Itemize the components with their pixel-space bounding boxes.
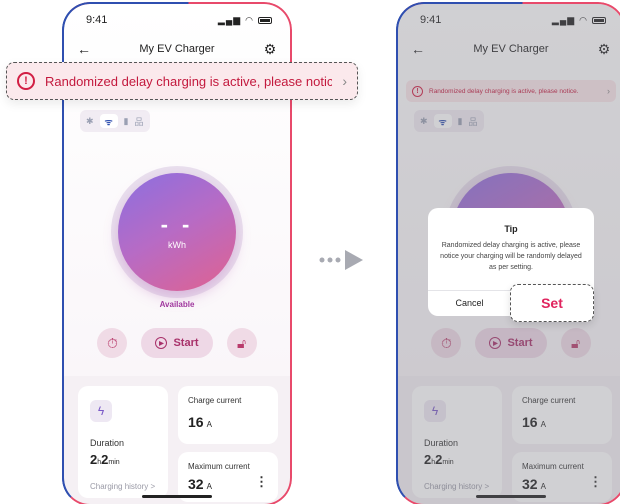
app-screen: 9:41 ▂▄▆ ◠ ← My EV Charger ⚙ ! Randomize… bbox=[398, 4, 620, 504]
wifi-icon[interactable]: ᯤ bbox=[99, 114, 118, 128]
energy-value: - - bbox=[160, 212, 194, 237]
dialog-title: Tip bbox=[504, 224, 518, 234]
status-icons: ▂▄▆ ◠ bbox=[218, 15, 272, 26]
duration-value: 2h2min bbox=[90, 452, 120, 467]
start-button[interactable]: ▶ Start bbox=[141, 328, 213, 358]
charge-gauge: - - kWh bbox=[111, 166, 243, 298]
duration-label: Duration bbox=[90, 438, 125, 448]
delay-charging-banner[interactable]: ! Randomized delay charging is active, p… bbox=[6, 62, 358, 100]
charge-current-value: 16 A bbox=[188, 414, 212, 430]
back-arrow-icon[interactable]: ← bbox=[76, 41, 92, 57]
page-title: My EV Charger bbox=[139, 43, 215, 55]
ethernet-icon[interactable]: 品 bbox=[135, 115, 144, 128]
max-current-label: Maximum current bbox=[188, 462, 250, 471]
status-bar: 9:41 ▂▄▆ ◠ bbox=[86, 12, 272, 28]
max-current-value: 32 A bbox=[188, 476, 212, 492]
tutorial-stage: 9:41 ▂▄▆ ◠ ← My EV Charger ⚙ ✱ ᯤ ▮ 品 - -… bbox=[0, 0, 620, 504]
wifi-status-icon: ◠ bbox=[245, 14, 254, 25]
play-icon: ▶ bbox=[155, 337, 168, 349]
duration-card: ϟ Duration 2h2min Charging history > bbox=[78, 386, 168, 498]
more-icon[interactable]: ⋮ bbox=[255, 474, 268, 490]
charge-current-label: Charge current bbox=[188, 396, 242, 405]
clock: 9:41 bbox=[86, 14, 108, 26]
energy-disc: - - kWh bbox=[118, 173, 236, 291]
start-label: Start bbox=[173, 337, 199, 349]
lightning-icon: ϟ bbox=[90, 400, 112, 422]
battery-icon bbox=[258, 16, 272, 24]
dialog-message: Randomized delay charging is active, ple… bbox=[440, 242, 582, 271]
gear-icon[interactable]: ⚙ bbox=[262, 41, 278, 57]
stats-panel: ϟ Duration 2h2min Charging history > Cha… bbox=[64, 376, 290, 504]
timer-button[interactable]: ⏱ bbox=[97, 328, 128, 358]
flow-arrow-icon bbox=[319, 250, 363, 270]
charger-status: Available bbox=[159, 300, 195, 309]
signal-icon: ▂▄▆ bbox=[217, 14, 242, 25]
charging-history-link[interactable]: Charging history > bbox=[90, 482, 155, 491]
cellular-icon[interactable]: ▮ bbox=[124, 116, 129, 127]
charge-controls: ⏱ ▶ Start 🔓︎ bbox=[64, 328, 290, 358]
lock-icon: 🔓︎ bbox=[236, 334, 247, 351]
home-indicator bbox=[142, 495, 212, 498]
set-button[interactable]: Set bbox=[510, 284, 594, 322]
nav-bar: ← My EV Charger ⚙ bbox=[76, 38, 278, 60]
lock-button[interactable]: 🔓︎ bbox=[226, 328, 257, 358]
cancel-button[interactable]: Cancel bbox=[428, 290, 511, 316]
banner-text: Randomized delay charging is active, ple… bbox=[45, 73, 333, 89]
phone-screen-after: 9:41 ▂▄▆ ◠ ← My EV Charger ⚙ ! Randomize… bbox=[396, 2, 620, 504]
bluetooth-icon[interactable]: ✱ bbox=[86, 116, 94, 127]
warning-icon: ! bbox=[17, 72, 35, 90]
energy-unit: kWh bbox=[168, 240, 186, 250]
chevron-right-icon: › bbox=[342, 73, 347, 89]
timer-icon: ⏱ bbox=[107, 334, 118, 351]
charge-current-card: Charge current 16 A bbox=[178, 386, 278, 444]
connection-types: ✱ ᯤ ▮ 品 bbox=[80, 110, 150, 132]
